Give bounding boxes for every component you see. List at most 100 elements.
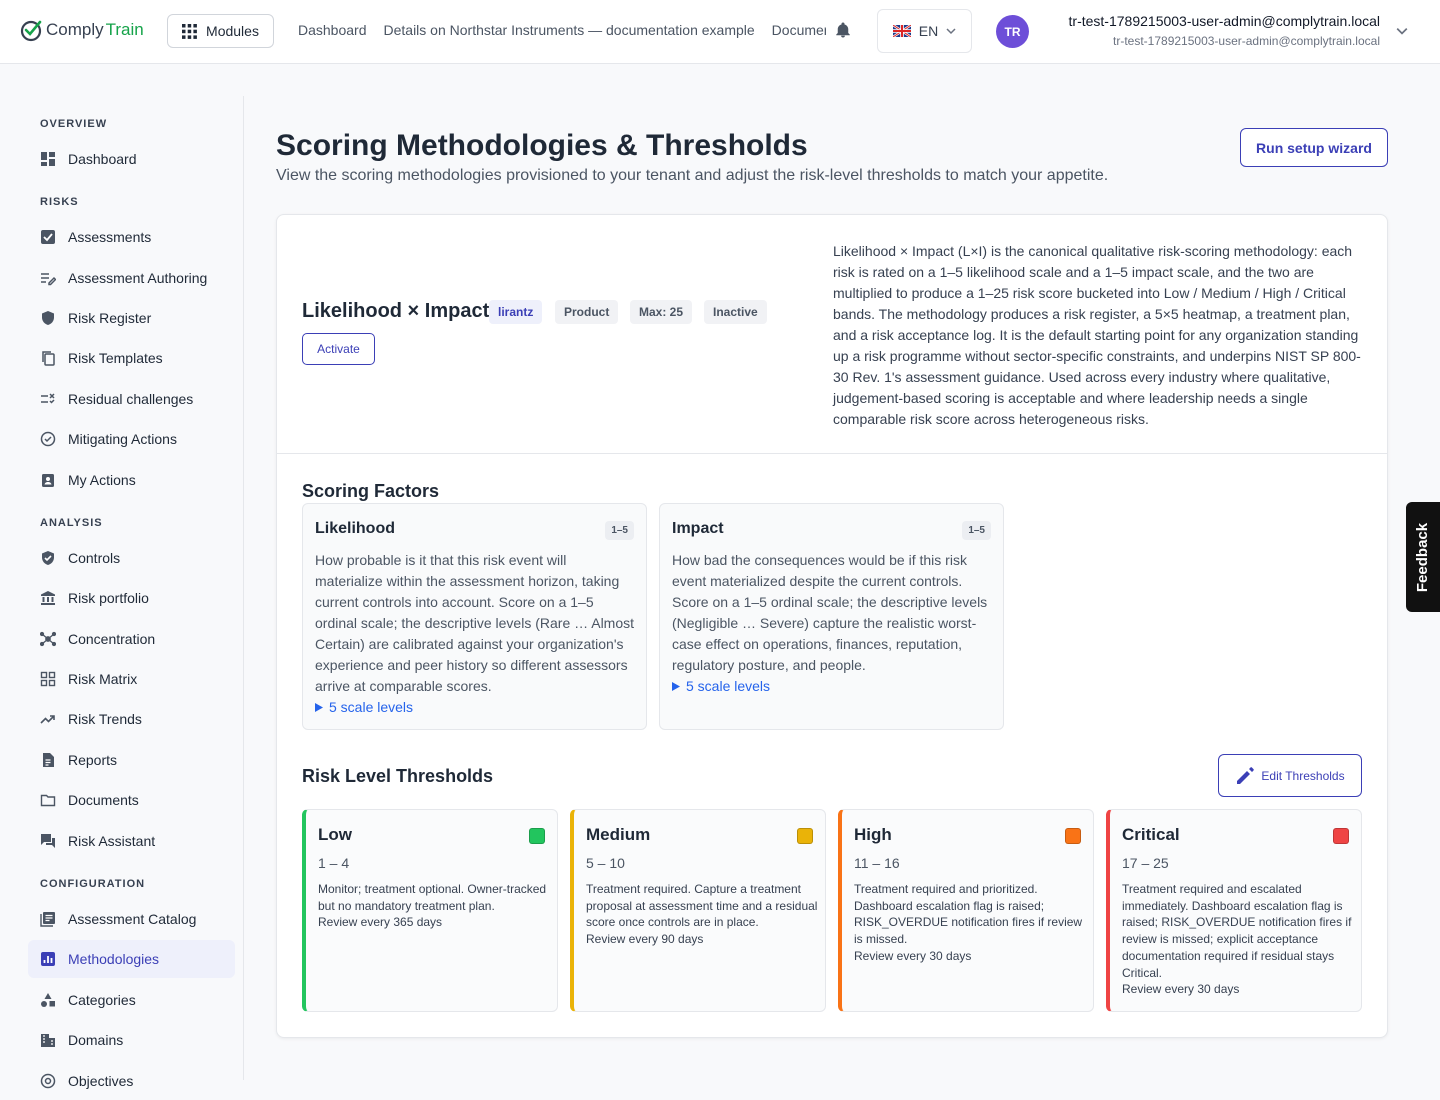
card-divider — [277, 453, 1387, 454]
dashboard-icon — [41, 152, 55, 166]
sidebar-item-label: Risk Register — [68, 310, 152, 326]
owner-badge: lirantz — [489, 300, 543, 324]
sidebar-item-label: Risk Trends — [68, 711, 142, 727]
user-menu-chevron-icon[interactable] — [1396, 25, 1408, 37]
threshold-card-high: High 11 – 16 Treatment required and prio… — [838, 809, 1094, 1012]
sidebar-item-label: Assessment Catalog — [68, 911, 197, 927]
pencil-icon — [1237, 766, 1255, 784]
language-label: EN — [918, 23, 939, 39]
triangle-right-icon — [672, 681, 680, 691]
sidebar-item-label: Dashboard — [68, 151, 137, 167]
activate-button[interactable]: Activate — [302, 333, 375, 365]
status-badge: Inactive — [704, 300, 767, 324]
section-overview: OVERVIEW — [40, 118, 108, 130]
sidebar-item-categories[interactable]: Categories — [28, 981, 235, 1019]
triangle-right-icon — [315, 702, 323, 712]
type-badge: Product — [555, 300, 619, 324]
user-menu[interactable]: tr-test-1789215003-user-admin@complytrai… — [1040, 13, 1380, 48]
verified-shield-icon — [42, 551, 54, 565]
grid-icon — [40, 671, 56, 687]
sidebar-item-label: Assessments — [68, 229, 152, 245]
scale-levels-toggle[interactable]: 5 scale levels — [672, 678, 770, 694]
breadcrumb: Dashboard Details on Northstar Instrument… — [298, 22, 826, 42]
page-title: Scoring Methodologies & Thresholds — [276, 129, 808, 162]
sidebar-item-controls[interactable]: Controls — [28, 539, 235, 577]
sidebar-item-risk-assistant[interactable]: Risk Assistant — [28, 822, 235, 860]
scale-levels-toggle[interactable]: 5 scale levels — [315, 699, 413, 715]
avatar[interactable]: TR — [996, 15, 1029, 48]
breadcrumb-dashboard[interactable]: Dashboard — [298, 22, 367, 38]
brand-name-part1: Comply — [46, 20, 104, 39]
threshold-range: 11 – 16 — [854, 855, 900, 871]
threshold-card-low: Low 1 – 4 Monitor; treatment optional. O… — [302, 809, 558, 1012]
sidebar-item-risk-templates[interactable]: Risk Templates — [28, 339, 235, 377]
section-configuration: CONFIGURATION — [40, 878, 146, 890]
objective-icon — [40, 1073, 56, 1089]
brand-logo[interactable]: Comply Train — [20, 18, 144, 42]
factor-card-impact: Impact 1–5 How bad the consequences woul… — [659, 503, 1004, 730]
feedback-tab[interactable]: Feedback — [1406, 502, 1440, 612]
sidebar-item-assessment-authoring[interactable]: Assessment Authoring — [28, 259, 235, 297]
sidebar-item-label: Controls — [68, 550, 121, 566]
bank-icon — [41, 591, 55, 605]
sidebar-item-risk-trends[interactable]: Risk Trends — [28, 700, 235, 738]
threshold-color-swatch — [529, 828, 545, 844]
sidebar-item-risk-portfolio[interactable]: Risk portfolio — [28, 579, 235, 617]
edit-thresholds-button[interactable]: Edit Thresholds — [1218, 754, 1362, 797]
scale-levels-label: 5 scale levels — [686, 678, 771, 694]
catalog-icon — [40, 912, 55, 927]
domain-icon — [41, 1034, 55, 1047]
sidebar-item-objectives[interactable]: Objectives — [28, 1062, 235, 1100]
threshold-color-swatch — [1333, 828, 1349, 844]
sidebar-item-my-actions[interactable]: My Actions — [28, 461, 235, 499]
sidebar-item-domains[interactable]: Domains — [28, 1021, 235, 1059]
shield-icon — [42, 311, 54, 325]
edit-list-icon — [41, 273, 56, 286]
sidebar-item-risk-matrix[interactable]: Risk Matrix — [28, 660, 235, 698]
rule-icon — [41, 393, 55, 404]
trending-icon — [40, 715, 55, 724]
assignment-icon — [42, 474, 54, 487]
threshold-range: 17 – 25 — [1122, 855, 1169, 871]
threshold-range: 5 – 10 — [586, 855, 625, 871]
run-setup-wizard-button[interactable]: Run setup wizard — [1240, 128, 1388, 167]
sidebar-item-methodologies[interactable]: Methodologies — [28, 940, 235, 978]
sidebar-item-dashboard[interactable]: Dashboard — [28, 140, 235, 178]
threshold-name: Medium — [586, 825, 651, 844]
threshold-description: Treatment required and escalated immedia… — [1122, 882, 1352, 980]
sidebar-item-documents[interactable]: Documents — [28, 781, 235, 819]
modules-button[interactable]: Modules — [167, 14, 274, 48]
user-name: tr-test-1789215003-user-admin@complytrai… — [1068, 13, 1380, 29]
breadcrumb-documents[interactable]: Documents — [772, 22, 826, 38]
sidebar-item-risk-register[interactable]: Risk Register — [28, 299, 235, 337]
user-email: tr-test-1789215003-user-admin@complytrai… — [1113, 34, 1380, 48]
sidebar-item-concentration[interactable]: Concentration — [28, 620, 235, 658]
language-selector[interactable]: EN — [877, 9, 972, 53]
factor-name: Impact — [672, 520, 724, 537]
edit-thresholds-label: Edit Thresholds — [1261, 768, 1345, 783]
methodology-description: Likelihood × Impact (L×I) is the canonic… — [833, 243, 1361, 427]
sidebar-item-residual-challenges[interactable]: Residual challenges — [28, 380, 235, 418]
sidebar-item-mitigating-actions[interactable]: Mitigating Actions — [28, 420, 235, 458]
threshold-card-medium: Medium 5 – 10 Treatment required. Captur… — [570, 809, 826, 1012]
threshold-name: Low — [318, 825, 352, 844]
threshold-description: Monitor; treatment optional. Owner-track… — [318, 882, 547, 913]
breadcrumb-details[interactable]: Details on Northstar Instruments — docum… — [384, 22, 755, 38]
bell-icon[interactable] — [834, 21, 852, 39]
threshold-review: Review every 30 days — [1122, 982, 1240, 997]
sidebar-item-assessment-catalog[interactable]: Assessment Catalog — [28, 900, 235, 938]
max-score-badge: Max: 25 — [630, 300, 693, 324]
threshold-name: High — [854, 825, 892, 844]
sidebar-item-label: Risk Templates — [68, 350, 163, 366]
feedback-label: Feedback — [1414, 522, 1432, 592]
sidebar-item-label: Concentration — [68, 631, 156, 647]
sidebar-item-assessments[interactable]: Assessments — [28, 218, 235, 256]
risk-level-thresholds-heading: Risk Level Thresholds — [302, 766, 494, 786]
sidebar-item-label: Risk portfolio — [68, 590, 149, 606]
factor-range-badge: 1–5 — [605, 521, 634, 540]
threshold-review: Review every 90 days — [586, 932, 704, 947]
factor-card-likelihood: Likelihood 1–5 How probable is it that t… — [302, 503, 647, 730]
threshold-color-swatch — [1065, 828, 1081, 844]
hub-icon — [40, 631, 56, 647]
sidebar-item-reports[interactable]: Reports — [28, 741, 235, 779]
